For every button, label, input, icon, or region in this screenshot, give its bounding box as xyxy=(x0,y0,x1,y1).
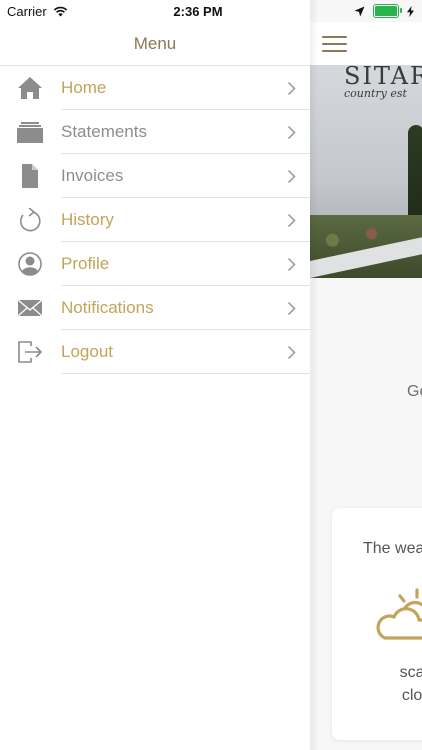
menu-item-label: Statements xyxy=(61,122,147,141)
chevron-right-icon xyxy=(287,213,296,228)
weather-description-line1: scatte xyxy=(399,664,422,681)
document-icon xyxy=(22,164,38,188)
main-nav-bar xyxy=(310,22,422,65)
status-right xyxy=(354,4,414,18)
weather-description-line2: cloud xyxy=(401,687,422,704)
logout-icon xyxy=(18,341,43,363)
menu-item-label: Home xyxy=(61,78,107,97)
statements-icon xyxy=(17,122,43,143)
menu-item-invoices[interactable]: Invoices xyxy=(0,154,310,198)
home-icon xyxy=(18,77,42,99)
menu-item-label: Profile xyxy=(61,254,110,273)
menu-item-label: Notifications xyxy=(61,298,154,317)
menu-item-notifications[interactable]: Notifications xyxy=(0,286,310,330)
chevron-right-icon xyxy=(287,345,296,360)
menu-title: Menu xyxy=(133,33,177,53)
divider xyxy=(61,373,310,374)
battery-level xyxy=(375,6,397,16)
envelope-icon xyxy=(17,299,43,317)
hamburger-menu-icon[interactable] xyxy=(322,36,347,52)
weather-title: The wea xyxy=(363,540,422,557)
chevron-right-icon xyxy=(287,257,296,272)
hero-image: SITAR country est xyxy=(310,65,422,278)
menu-item-profile[interactable]: Profile xyxy=(0,242,310,286)
partly-cloudy-icon xyxy=(376,588,422,640)
menu-item-home[interactable]: Home xyxy=(0,66,310,110)
side-menu: Menu Home Statements Invoices History Pr… xyxy=(0,0,310,750)
weather-card: The wea scatte cloud xyxy=(332,508,422,740)
battery-icon xyxy=(373,4,402,18)
charging-bolt-icon xyxy=(407,5,414,17)
refresh-icon xyxy=(20,208,41,232)
menu-item-statements[interactable]: Statements xyxy=(0,110,310,154)
menu-item-label: Invoices xyxy=(61,166,124,185)
chevron-right-icon xyxy=(287,169,296,184)
chevron-right-icon xyxy=(287,81,296,96)
menu-item-label: Logout xyxy=(61,342,113,361)
menu-item-logout[interactable]: Logout xyxy=(0,330,310,374)
status-bar: Carrier 2:36 PM xyxy=(0,0,422,22)
battery-cap xyxy=(400,8,402,13)
menu-header: Menu xyxy=(0,22,310,66)
menu-list: Home Statements Invoices History Profile… xyxy=(0,66,310,374)
profile-icon xyxy=(18,252,42,276)
weather-description: scatte cloud xyxy=(376,661,422,707)
status-time: 2:36 PM xyxy=(173,4,223,19)
menu-edge-shadow xyxy=(310,0,318,750)
chevron-right-icon xyxy=(287,125,296,140)
main-content: SITAR country est Go The wea scatte clou… xyxy=(310,0,422,750)
menu-item-history[interactable]: History xyxy=(0,198,310,242)
menu-item-label: History xyxy=(61,210,114,229)
hero-sign-subtext: country est xyxy=(344,87,407,100)
greeting-text: Go xyxy=(407,383,422,400)
location-arrow-icon xyxy=(354,6,365,16)
chevron-right-icon xyxy=(287,301,296,316)
